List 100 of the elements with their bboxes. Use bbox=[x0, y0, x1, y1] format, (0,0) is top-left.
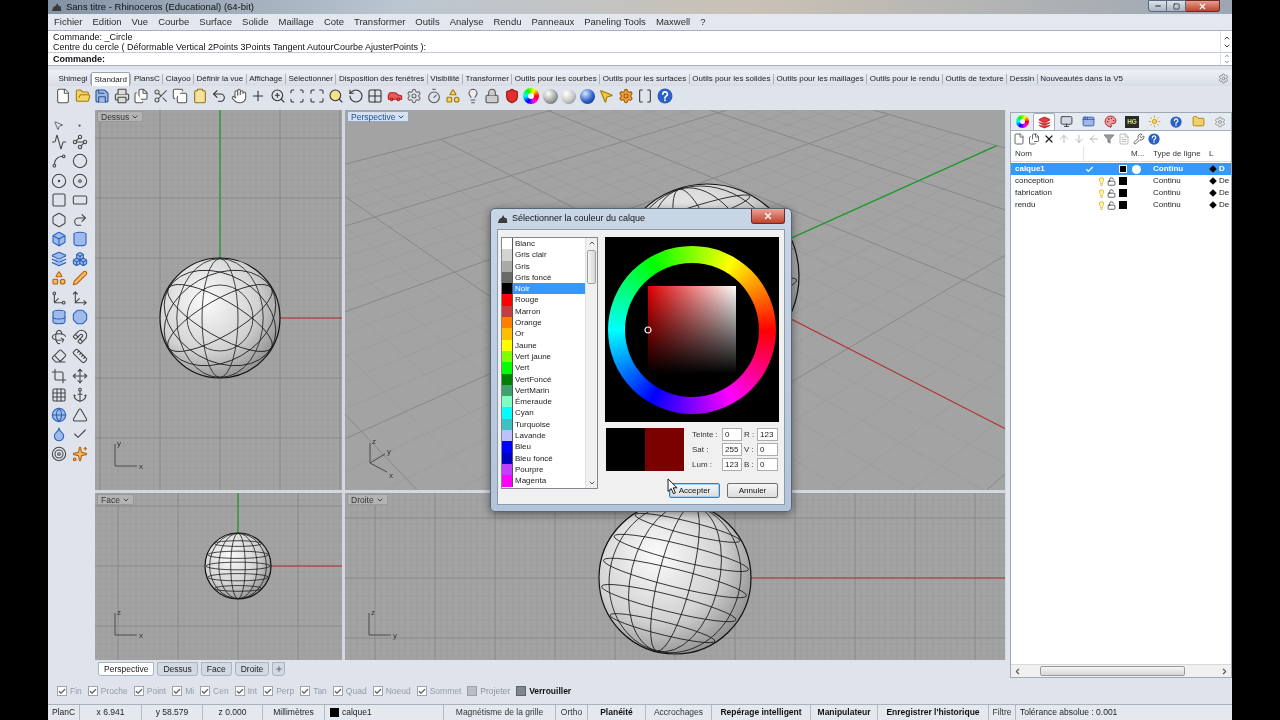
toolbar-tab[interactable]: Nouveautés dans la V5 bbox=[1037, 72, 1126, 86]
grid-icon[interactable] bbox=[367, 88, 383, 104]
anchor-icon[interactable] bbox=[71, 387, 88, 404]
scroll-up-icon[interactable] bbox=[587, 239, 596, 247]
move-arrows-icon[interactable] bbox=[71, 367, 88, 384]
value-field[interactable]: 255 bbox=[722, 443, 742, 456]
scroll-right-icon[interactable] bbox=[1220, 666, 1229, 676]
sparkle-icon[interactable] bbox=[71, 445, 88, 462]
swatch-icon[interactable] bbox=[1119, 201, 1127, 209]
hexagon-icon[interactable] bbox=[50, 211, 67, 228]
column-header[interactable]: M... bbox=[1129, 148, 1153, 160]
swatch-icon[interactable] bbox=[1119, 177, 1127, 185]
copy-icon[interactable] bbox=[172, 88, 188, 104]
help-icon[interactable] bbox=[656, 88, 673, 104]
undo-icon[interactable] bbox=[211, 88, 227, 104]
toolbar-tab[interactable]: Outils pour les surfaces bbox=[600, 72, 689, 86]
disc-icon[interactable] bbox=[71, 172, 88, 189]
menu-item[interactable]: Analyse bbox=[444, 15, 489, 29]
picker-marker-icon[interactable] bbox=[644, 325, 652, 334]
color-list-item[interactable]: VertFoncé bbox=[513, 373, 585, 385]
value-field[interactable]: 0 bbox=[757, 443, 778, 456]
viewport-tab[interactable]: Perspective bbox=[347, 111, 410, 122]
close-button[interactable] bbox=[751, 209, 785, 224]
help-icon[interactable] bbox=[1170, 115, 1182, 128]
column-header[interactable]: L bbox=[1207, 148, 1214, 160]
viewport-switch-tab[interactable]: Face bbox=[200, 662, 232, 676]
plus-icon[interactable] bbox=[250, 88, 266, 104]
menu-item[interactable]: Outils bbox=[410, 15, 445, 29]
shapes-icon[interactable] bbox=[445, 88, 461, 104]
toolbar-tab[interactable]: Définir la vue bbox=[194, 72, 246, 86]
color-list-item[interactable]: Vert jaune bbox=[513, 350, 585, 363]
color-list-item[interactable]: Cyan bbox=[513, 407, 585, 419]
gear-icon[interactable] bbox=[617, 88, 634, 104]
menu-item[interactable]: Cote bbox=[318, 15, 349, 29]
maximize-button[interactable] bbox=[1167, 0, 1186, 12]
toggle-box[interactable] bbox=[467, 686, 478, 696]
linetype-cell[interactable]: Continu bbox=[1153, 187, 1207, 199]
toolbar-tab[interactable]: Transformer bbox=[463, 72, 512, 86]
color-list-item[interactable]: Bleu foncé bbox=[513, 452, 585, 464]
pointer-icon[interactable] bbox=[53, 119, 64, 131]
document-icon[interactable] bbox=[1013, 133, 1025, 145]
toolbar-tab[interactable]: Outils pour les maillages bbox=[774, 72, 867, 86]
magnet-icon[interactable] bbox=[71, 328, 88, 345]
status-toggle[interactable]: Accrochages bbox=[646, 705, 712, 720]
eraser-icon[interactable] bbox=[50, 348, 67, 365]
value-field[interactable]: 123 bbox=[757, 428, 778, 441]
viewport-switch-tab[interactable]: Perspective bbox=[98, 662, 155, 676]
toolbar-tab[interactable]: PlansC bbox=[131, 72, 163, 86]
status-pane[interactable]: Millimètres bbox=[263, 705, 325, 720]
status-toggle[interactable]: Manipulateur bbox=[811, 705, 878, 720]
pointer-icon[interactable] bbox=[598, 88, 614, 104]
documents-icon[interactable] bbox=[133, 88, 149, 104]
minimize-button[interactable] bbox=[1148, 0, 1167, 12]
color-list-item[interactable]: Bleu bbox=[513, 441, 585, 453]
value-field[interactable]: 123 bbox=[722, 458, 742, 471]
toolbar-tab[interactable]: Dessin bbox=[1007, 72, 1037, 86]
viewport-switch-tab[interactable]: Droite bbox=[234, 662, 270, 676]
circle-dot-icon[interactable] bbox=[50, 172, 67, 189]
folder-icon[interactable] bbox=[74, 88, 91, 104]
close-button[interactable] bbox=[1186, 0, 1220, 12]
axes-icon[interactable] bbox=[71, 289, 88, 306]
menu-item[interactable]: Courbe bbox=[153, 15, 195, 29]
ruler-icon[interactable] bbox=[71, 348, 88, 365]
documents-icon[interactable] bbox=[1028, 133, 1040, 145]
status-toggle[interactable]: Enregistrer l'historique bbox=[878, 705, 989, 720]
zigzag-line-icon[interactable] bbox=[50, 133, 67, 150]
swatch-icon[interactable] bbox=[1119, 165, 1127, 173]
viewport-switch-tab[interactable]: Dessus bbox=[157, 662, 198, 676]
color-list-item[interactable]: Émeraude bbox=[513, 396, 585, 408]
color-wheel-icon[interactable] bbox=[523, 88, 539, 104]
target-icon[interactable] bbox=[50, 445, 67, 462]
toolbar-tab[interactable]: Shimegi bbox=[56, 72, 90, 86]
delete-icon[interactable] bbox=[1043, 133, 1055, 145]
column-header[interactable]: Nom bbox=[1011, 148, 1083, 160]
menu-item[interactable]: ? bbox=[695, 15, 711, 29]
timer-icon[interactable] bbox=[425, 88, 442, 104]
status-toggle[interactable]: Ortho bbox=[556, 705, 588, 720]
document-icon[interactable] bbox=[55, 88, 71, 104]
color-list-item[interactable]: Magenta bbox=[513, 475, 585, 487]
linetype-cell[interactable]: Continu bbox=[1153, 175, 1207, 187]
status-pane[interactable]: PlanC bbox=[48, 705, 80, 720]
linetype-cell[interactable]: Continu bbox=[1153, 199, 1207, 211]
lock-icon[interactable] bbox=[484, 88, 500, 104]
dialog-button[interactable]: Accepter bbox=[669, 483, 720, 498]
color-list-item[interactable]: Gris clair bbox=[513, 249, 585, 261]
toolbar-tab[interactable]: Sélectionner bbox=[286, 72, 336, 86]
menu-item[interactable]: Maillage bbox=[273, 15, 319, 29]
curve-icon[interactable] bbox=[50, 153, 67, 170]
menu-item[interactable]: Transformer bbox=[348, 15, 411, 29]
toolbar-tab[interactable]: Outils pour les solides bbox=[689, 72, 773, 86]
swatch-icon[interactable] bbox=[1119, 189, 1127, 197]
menu-item[interactable]: Panneaux bbox=[526, 15, 580, 29]
color-list-item[interactable]: Rouge bbox=[513, 294, 585, 306]
scrollbar-thumb[interactable] bbox=[1040, 666, 1185, 676]
color-list-item[interactable]: Vert bbox=[513, 362, 585, 374]
help-icon[interactable] bbox=[1148, 133, 1160, 145]
shield-icon[interactable] bbox=[503, 88, 520, 104]
color-list-item[interactable]: Blanc bbox=[513, 238, 585, 250]
print-icon[interactable] bbox=[113, 88, 130, 104]
toolbar-tab[interactable]: Outils de texture bbox=[943, 72, 1007, 86]
